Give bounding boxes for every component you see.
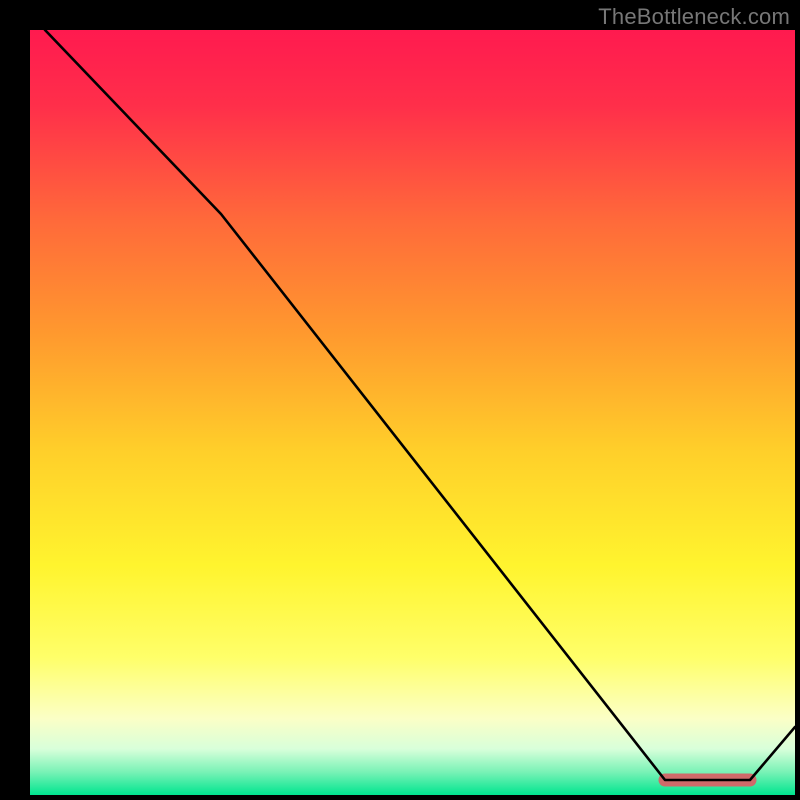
chart-svg: [0, 0, 800, 800]
frame-bottom: [0, 795, 800, 800]
chart-stage: TheBottleneck.com: [0, 0, 800, 800]
frame-right: [795, 0, 800, 800]
attribution-label: TheBottleneck.com: [598, 4, 790, 30]
plot-background: [30, 30, 795, 795]
frame-left: [0, 0, 30, 800]
